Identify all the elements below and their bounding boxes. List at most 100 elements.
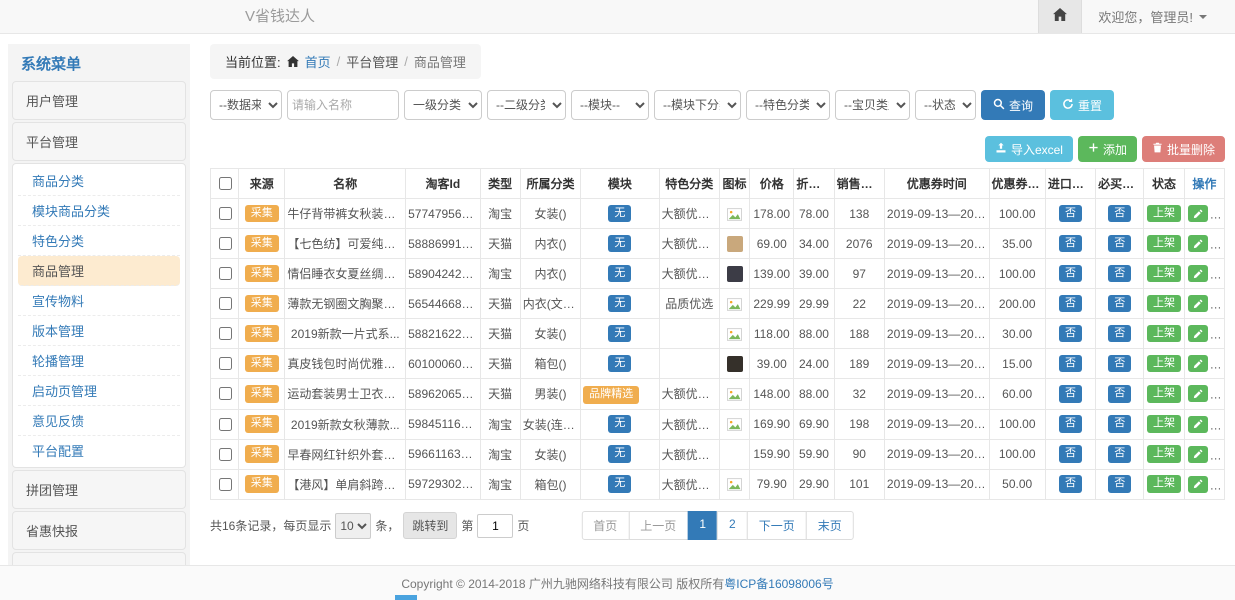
module-select[interactable]: --模块-- [571, 90, 649, 120]
status-select[interactable]: --状态-- [915, 90, 976, 120]
jump-button[interactable]: 跳转到 [403, 512, 457, 539]
per-page-select[interactable]: 10 [335, 513, 371, 539]
reset-button[interactable]: 重置 [1050, 90, 1114, 120]
row-checkbox[interactable] [219, 357, 232, 370]
row-checkbox[interactable] [219, 478, 232, 491]
sidebar-item-feature-category[interactable]: 特色分类 [18, 226, 180, 256]
module-subcategory-select[interactable]: --模块下分类-- [654, 90, 741, 120]
row-checkbox[interactable] [219, 418, 232, 431]
edit-button[interactable] [1188, 355, 1208, 372]
must-buy-toggle[interactable]: 否 [1108, 325, 1131, 343]
status-badge[interactable]: 上架 [1147, 265, 1181, 283]
must-buy-toggle[interactable]: 否 [1108, 235, 1131, 253]
must-buy-toggle[interactable]: 否 [1108, 355, 1131, 373]
sidebar-item-splash-page-management[interactable]: 启动页管理 [18, 376, 180, 406]
imported-toggle[interactable]: 否 [1059, 265, 1082, 283]
status-badge[interactable]: 上架 [1147, 445, 1181, 463]
row-checkbox[interactable] [219, 207, 232, 220]
must-buy-toggle[interactable]: 否 [1108, 205, 1131, 223]
sidebar-item-group-buy-management[interactable]: 拼团管理 [12, 470, 186, 509]
edit-button[interactable] [1188, 476, 1208, 493]
status-badge[interactable]: 上架 [1147, 235, 1181, 253]
imported-toggle[interactable]: 否 [1059, 325, 1082, 343]
sidebar-item-platform-management[interactable]: 平台管理 [12, 122, 186, 161]
table-row: 采集2019新款一片式系...588216228899天猫女装()无118.00… [211, 319, 1225, 349]
must-buy-toggle[interactable]: 否 [1108, 385, 1131, 403]
import-excel-button[interactable]: 导入excel [985, 136, 1073, 162]
data-source-select[interactable]: --数据来源-- [210, 90, 282, 120]
batch-delete-button[interactable]: 批量删除 [1142, 136, 1225, 162]
must-buy-toggle[interactable]: 否 [1108, 415, 1131, 433]
feature-category-select[interactable]: --特色分类-- [746, 90, 830, 120]
query-button[interactable]: 查询 [981, 90, 1045, 120]
sidebar-item-savings-news[interactable]: 省惠快报 [12, 511, 186, 550]
edit-button[interactable] [1188, 385, 1208, 402]
imported-toggle[interactable]: 否 [1059, 445, 1082, 463]
edit-button[interactable] [1188, 295, 1208, 312]
jump-page-input[interactable] [477, 514, 513, 538]
first-page-button[interactable]: 首页 [581, 511, 629, 540]
row-checkbox[interactable] [219, 237, 232, 250]
edit-button[interactable] [1188, 235, 1208, 252]
imported-toggle[interactable]: 否 [1059, 415, 1082, 433]
source-badge: 采集 [245, 295, 279, 313]
edit-button[interactable] [1188, 446, 1208, 463]
name-input[interactable] [287, 90, 399, 120]
last-page-button[interactable]: 末页 [806, 511, 854, 540]
sidebar-item-feedback[interactable]: 意见反馈 [18, 406, 180, 436]
imported-toggle[interactable]: 否 [1059, 295, 1082, 313]
breadcrumb-home-link[interactable]: 首页 [305, 52, 331, 71]
level2-category-select[interactable]: --二级分类-- [487, 90, 566, 120]
row-checkbox[interactable] [219, 448, 232, 461]
status-badge[interactable]: 上架 [1147, 415, 1181, 433]
sidebar-item-module-product-category[interactable]: 模块商品分类 [18, 196, 180, 226]
copyright-text: Copyright © 2014-2018 广州九驰网络科技有限公司 版权所有 [401, 575, 724, 592]
row-checkbox[interactable] [219, 327, 232, 340]
must-buy-toggle[interactable]: 否 [1108, 445, 1131, 463]
page-2-button[interactable]: 2 [717, 511, 748, 540]
imported-toggle[interactable]: 否 [1059, 235, 1082, 253]
status-badge[interactable]: 上架 [1147, 295, 1181, 313]
edit-button[interactable] [1188, 325, 1208, 342]
sidebar-item-user-management[interactable]: 用户管理 [12, 81, 186, 120]
must-buy-toggle[interactable]: 否 [1108, 475, 1131, 493]
add-button[interactable]: 添加 [1078, 136, 1137, 162]
sidebar-item-message-management[interactable]: 消息管理 [12, 552, 186, 565]
next-page-button[interactable]: 下一页 [747, 511, 807, 540]
status-badge[interactable]: 上架 [1147, 355, 1181, 373]
imported-toggle[interactable]: 否 [1059, 475, 1082, 493]
status-badge[interactable]: 上架 [1147, 475, 1181, 493]
coupon-time: 2019-09-13—2019-09-20 [884, 349, 989, 379]
must-buy-toggle[interactable]: 否 [1108, 295, 1131, 313]
status-badge[interactable]: 上架 [1147, 385, 1181, 403]
status-badge[interactable]: 上架 [1147, 325, 1181, 343]
sidebar-item-platform-config[interactable]: 平台配置 [18, 436, 180, 465]
sidebar-item-promo-materials[interactable]: 宣传物料 [18, 286, 180, 316]
status-badge[interactable]: 上架 [1147, 205, 1181, 223]
imported-toggle[interactable]: 否 [1059, 205, 1082, 223]
imported-toggle[interactable]: 否 [1059, 385, 1082, 403]
edit-button[interactable] [1188, 416, 1208, 433]
sidebar-item-carousel-management[interactable]: 轮播管理 [18, 346, 180, 376]
home-button[interactable] [1038, 0, 1082, 33]
row-checkbox[interactable] [219, 297, 232, 310]
level1-category-select[interactable]: 一级分类 [404, 90, 482, 120]
must-buy-toggle[interactable]: 否 [1108, 265, 1131, 283]
icp-link[interactable]: 粤ICP备16098006号 [724, 575, 833, 592]
product-type: 淘宝 [480, 439, 520, 469]
item-type-select[interactable]: --宝贝类型-- [835, 90, 910, 120]
sidebar-item-version-management[interactable]: 版本管理 [18, 316, 180, 346]
breadcrumb-platform-link[interactable]: 平台管理 [346, 52, 398, 71]
imported-toggle[interactable]: 否 [1059, 355, 1082, 373]
select-all-checkbox[interactable] [219, 177, 232, 190]
row-checkbox[interactable] [219, 387, 232, 400]
edit-button[interactable] [1188, 205, 1208, 222]
sidebar-item-product-management[interactable]: 商品管理 [18, 256, 180, 286]
sidebar-item-product-category[interactable]: 商品分类 [18, 166, 180, 196]
edit-button[interactable] [1188, 265, 1208, 282]
toolbar: 导入excel 添加 批量删除 [210, 136, 1225, 162]
row-checkbox[interactable] [219, 267, 232, 280]
user-menu[interactable]: 欢迎您，管理员! [1082, 0, 1235, 33]
prev-page-button[interactable]: 上一页 [628, 511, 688, 540]
page-1-button[interactable]: 1 [687, 511, 718, 540]
